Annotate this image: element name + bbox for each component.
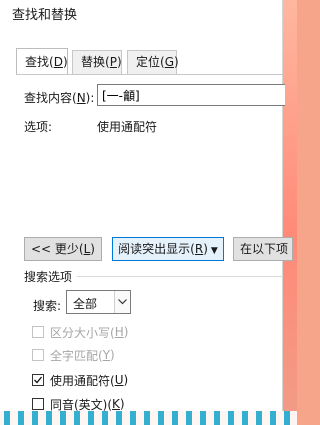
checkbox-box[interactable] [32, 349, 44, 361]
less-button-prefix: << 更少( [31, 242, 84, 256]
options-label: 选项: [24, 120, 53, 134]
checkbox-label-key: K [112, 397, 120, 411]
tab-replace-label: 替换( [81, 55, 110, 69]
find-replace-dialog: 查找和替换 查找(D) 替换(P) 定位(G) 查找内容(N): 选项: 使用通… [0, 0, 293, 412]
find-in-button[interactable]: 在以下项 [233, 237, 293, 261]
tab-find[interactable]: 查找(D) [16, 48, 68, 74]
find-label-key: N [76, 91, 86, 105]
tab-replace-key: P [109, 55, 117, 69]
find-in-label: 在以下项 [240, 242, 289, 256]
window-title: 查找和替换 [12, 8, 78, 23]
find-label-suffix: ): [85, 91, 95, 105]
checkbox-label-key: Y [102, 348, 111, 362]
checkbox-sounds-like[interactable]: 同音(英文)(K) [32, 396, 125, 412]
checkbox-box[interactable] [32, 374, 44, 386]
options-value: 使用通配符 [97, 120, 158, 134]
tab-find-tail: ) [62, 55, 68, 69]
checkbox-label-prefix: 全字匹配( [50, 348, 103, 363]
tab-replace[interactable]: 替换(P) [72, 50, 122, 74]
checkbox-label-suffix: ) [110, 348, 115, 362]
check-icon [34, 376, 43, 384]
less-button[interactable]: << 更少(L) [24, 237, 102, 261]
find-what-label: 查找内容(N): [24, 89, 94, 106]
search-options-heading: 搜索选项 [24, 270, 73, 284]
search-options-rule [77, 276, 283, 277]
find-label-prefix: 查找内容( [24, 91, 77, 105]
tab-goto-label: 定位( [136, 55, 165, 69]
checkbox-label-prefix: 使用通配符( [50, 373, 115, 388]
reading-button-suffix: ) [203, 242, 208, 256]
reading-button-prefix: 阅读突出显示( [118, 242, 195, 256]
checkbox-label-prefix: 区分大小写( [50, 325, 115, 340]
tab-replace-tail: ) [116, 55, 122, 69]
checkbox-box[interactable] [32, 326, 44, 338]
background-right-band [283, 0, 297, 425]
checkbox-label-prefix: 同音(英文)( [50, 397, 113, 412]
tab-find-key: D [53, 55, 63, 69]
tab-goto-tail: ) [174, 55, 179, 69]
reading-highlight-button[interactable]: 阅读突出显示(R) ▼ [112, 237, 224, 261]
find-what-input[interactable] [97, 84, 285, 106]
background-bottom-band [0, 411, 297, 425]
title-bar: 查找和替换 [0, 0, 283, 26]
checkbox-label-key: U [114, 373, 124, 387]
checkbox-use-wildcards[interactable]: 使用通配符(U) [32, 372, 128, 388]
search-label-suffix: : [57, 299, 62, 313]
tab-find-label: 查找( [25, 55, 54, 69]
checkbox-label-suffix: ) [123, 325, 129, 339]
search-direction-label: 搜索: [33, 297, 61, 314]
checkbox-box[interactable] [32, 398, 44, 410]
caret-down-icon: ▼ [210, 246, 218, 256]
less-button-suffix: ) [90, 242, 95, 256]
checkbox-match-case[interactable]: 区分大小写(H) [32, 324, 128, 340]
checkbox-label-key: H [114, 325, 124, 339]
reading-button-key: R [194, 242, 204, 256]
tab-goto-key: G [164, 55, 174, 69]
chevron-down-icon[interactable] [114, 291, 130, 313]
checkbox-label-suffix: ) [123, 373, 129, 387]
search-label-prefix: 搜索 [33, 299, 58, 313]
checkbox-label-suffix: ) [119, 397, 125, 411]
tab-divider [16, 74, 283, 75]
tab-goto[interactable]: 定位(G) [127, 50, 179, 74]
search-direction-select[interactable]: 全部 [66, 290, 131, 314]
checkbox-whole-word[interactable]: 全字匹配(Y) [32, 347, 115, 363]
search-direction-value: 全部 [73, 297, 98, 311]
